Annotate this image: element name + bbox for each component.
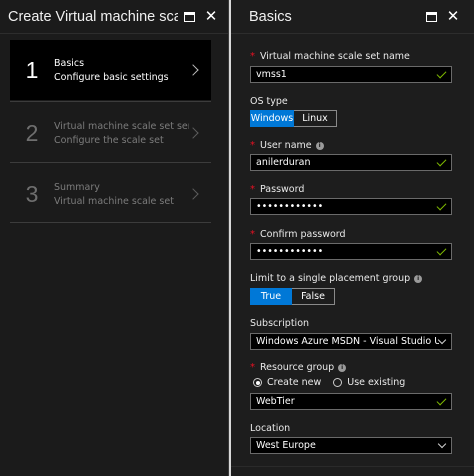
- checkmark-icon: [436, 395, 447, 406]
- password-input[interactable]: ••••••••••••: [250, 198, 452, 215]
- step-divider: [10, 101, 211, 102]
- label-text: User name: [260, 140, 312, 151]
- step-divider: [10, 222, 211, 223]
- chevron-right-icon: [187, 127, 199, 139]
- required-marker: *: [250, 229, 255, 240]
- checkmark-icon: [436, 245, 447, 256]
- blade-header: Basics ✕: [231, 0, 474, 34]
- step-divider: [10, 162, 211, 163]
- checkmark-icon: [436, 68, 447, 79]
- label-text: OS type: [250, 96, 288, 107]
- confirm-password-input[interactable]: ••••••••••••: [250, 243, 452, 260]
- blade-header: Create Virtual machine scale.. ✕: [0, 0, 228, 34]
- vmss-name-input[interactable]: vmss1: [250, 66, 452, 83]
- os-windows-option[interactable]: Windows: [250, 110, 294, 127]
- step-text: Basics Configure basic settings: [54, 58, 189, 83]
- user-name-label: * User name i: [250, 140, 324, 151]
- placement-group-label: Limit to a single placement group i: [250, 273, 423, 284]
- required-marker: *: [250, 362, 255, 373]
- checkmark-icon: [436, 156, 447, 167]
- chevron-right-icon: [187, 64, 199, 76]
- os-linux-option[interactable]: Linux: [294, 110, 337, 127]
- radio-unselected-icon: [333, 378, 343, 387]
- close-button[interactable]: ✕: [442, 6, 464, 28]
- subscription-label: Subscription: [250, 318, 309, 329]
- maximize-icon: [183, 11, 195, 22]
- blade-title: Create Virtual machine scale..: [8, 8, 178, 25]
- select-value: West Europe: [256, 440, 316, 451]
- step-title: Summary: [54, 181, 100, 193]
- input-value: WebTier: [256, 396, 295, 407]
- close-icon: ✕: [446, 7, 460, 25]
- required-marker: *: [250, 51, 255, 62]
- resource-group-label: * Resource group i: [250, 362, 347, 373]
- label-text: Location: [250, 423, 291, 434]
- os-type-toggle: Windows Linux: [250, 110, 337, 127]
- maximize-icon: [425, 11, 437, 22]
- step-number: 2: [25, 119, 39, 146]
- resource-group-radio-group: Create new Use existing: [253, 377, 417, 388]
- blade-bottom-edge: [231, 466, 474, 467]
- user-name-input[interactable]: anilerduran: [250, 154, 452, 171]
- location-select[interactable]: West Europe: [250, 437, 452, 454]
- os-type-label: OS type: [250, 96, 288, 107]
- blade-title: Basics: [249, 8, 292, 25]
- info-icon[interactable]: i: [338, 363, 347, 372]
- input-value: ••••••••••••: [256, 246, 324, 257]
- step-number: 3: [25, 180, 39, 207]
- placement-true-option[interactable]: True: [250, 288, 292, 305]
- password-label: * Password: [250, 184, 304, 195]
- placement-group-toggle: True False: [250, 288, 335, 305]
- step-title: Basics: [54, 57, 85, 69]
- step-subtitle: Virtual machine scale set: [54, 195, 174, 207]
- info-icon[interactable]: i: [414, 274, 423, 283]
- step-subtitle: Configure basic settings: [54, 71, 169, 83]
- step-summary[interactable]: 3 Summary Virtual machine scale set: [10, 164, 211, 224]
- checkmark-icon: [436, 200, 447, 211]
- step-subtitle: Configure the scale set: [54, 134, 164, 146]
- required-marker: *: [250, 184, 255, 195]
- label-text: Password: [260, 184, 305, 195]
- maximize-button[interactable]: [178, 6, 200, 28]
- input-value: ••••••••••••: [256, 201, 324, 212]
- step-number: 1: [25, 56, 39, 83]
- radio-label: Create new: [267, 377, 322, 388]
- vmss-name-label: * Virtual machine scale set name: [250, 51, 410, 62]
- input-value: vmss1: [256, 69, 287, 80]
- maximize-button[interactable]: [420, 6, 442, 28]
- info-icon[interactable]: i: [315, 141, 324, 150]
- close-icon: ✕: [204, 7, 218, 25]
- label-text: Confirm password: [260, 229, 346, 240]
- chevron-right-icon: [187, 188, 199, 200]
- radio-use-existing[interactable]: Use existing: [333, 377, 405, 388]
- radio-create-new[interactable]: Create new: [253, 377, 321, 388]
- step-vmss-settings[interactable]: 2 Virtual machine scale set servic... Co…: [10, 103, 211, 163]
- chevron-down-icon: [437, 335, 447, 345]
- close-button[interactable]: ✕: [200, 6, 222, 28]
- required-marker: *: [250, 140, 255, 151]
- step-text: Virtual machine scale set servic... Conf…: [54, 121, 189, 146]
- radio-label: Use existing: [347, 377, 406, 388]
- label-text: Virtual machine scale set name: [260, 51, 410, 62]
- resource-group-input[interactable]: WebTier: [250, 393, 452, 410]
- chevron-down-icon: [437, 439, 447, 449]
- placement-false-option[interactable]: False: [292, 288, 335, 305]
- confirm-password-label: * Confirm password: [250, 229, 346, 240]
- subscription-select[interactable]: Windows Azure MSDN - Visual Studio Ultim: [250, 333, 452, 350]
- label-text: Limit to a single placement group: [250, 273, 411, 284]
- label-text: Resource group: [260, 362, 335, 373]
- select-value: Windows Azure MSDN - Visual Studio Ultim: [256, 336, 439, 347]
- label-text: Subscription: [250, 318, 310, 329]
- radio-selected-icon: [253, 378, 262, 387]
- step-text: Summary Virtual machine scale set: [54, 182, 189, 207]
- location-label: Location: [250, 423, 290, 434]
- input-value: anilerduran: [256, 157, 311, 168]
- step-basics[interactable]: 1 Basics Configure basic settings: [10, 40, 211, 100]
- step-title: Virtual machine scale set servic...: [54, 120, 189, 132]
